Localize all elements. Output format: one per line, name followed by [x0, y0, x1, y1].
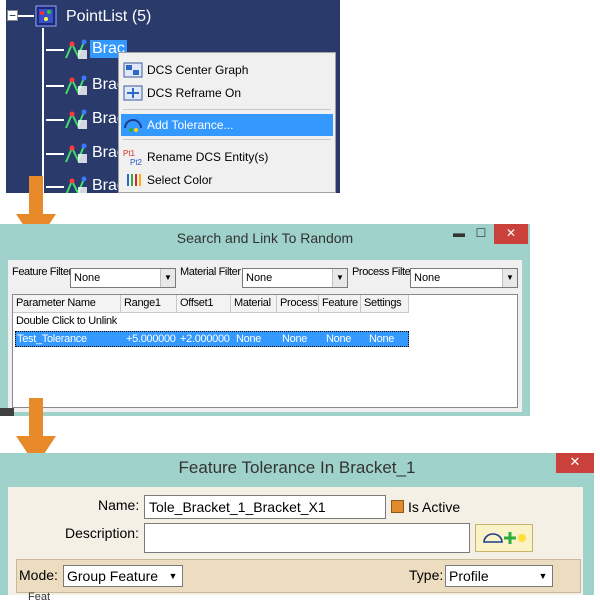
- menu-item-add-tolerance[interactable]: Add Tolerance...: [121, 114, 333, 136]
- dropdown-value: Profile: [449, 568, 489, 584]
- dialog-title: Feature Tolerance In Bracket_1: [178, 458, 416, 477]
- bracket-point-icon: [64, 175, 90, 193]
- menu-item-label: Add Tolerance...: [147, 118, 234, 132]
- mode-row: Mode: Group Feature ▼ Type: Profile ▼: [16, 559, 581, 593]
- process-filter-select[interactable]: None ▼: [410, 268, 518, 288]
- table-row[interactable]: Test_Tolerance +5.000000 +2.000000 None …: [15, 331, 409, 347]
- dialog-body: Feature Filter None ▼ Material Filter No…: [8, 260, 522, 412]
- bracket-point-icon: [64, 108, 90, 132]
- column-header[interactable]: Process: [277, 295, 319, 313]
- feature-filter-select[interactable]: None ▼: [70, 268, 176, 288]
- menu-item-select-color[interactable]: Select Color: [121, 169, 333, 191]
- close-icon[interactable]: ✕: [556, 453, 594, 473]
- reframe-icon: [123, 84, 143, 102]
- bracket-point-icon: [64, 74, 90, 98]
- name-field[interactable]: Tole_Bracket_1_Bracket_X1: [144, 495, 386, 519]
- type-label: Type:: [409, 567, 444, 583]
- material-filter-select[interactable]: None ▼: [242, 268, 348, 288]
- color-bars-icon: [123, 171, 143, 189]
- select-value: None: [246, 272, 273, 284]
- maximize-icon[interactable]: ☐: [470, 224, 492, 244]
- is-active-checkbox[interactable]: [391, 500, 404, 513]
- window-edge: [0, 408, 14, 416]
- menu-separator: [123, 109, 331, 110]
- cut-off-label: Feat: [28, 591, 51, 603]
- menu-item-rename-dcs-entity[interactable]: Pt1 Pt2 Rename DCS Entity(s): [121, 146, 333, 168]
- column-header[interactable]: Parameter Name: [13, 295, 121, 313]
- chevron-down-icon[interactable]: ▼: [160, 269, 175, 287]
- description-label: Description:: [65, 525, 139, 541]
- search-link-dialog: Search and Link To Random ▬ ☐ ✕ Feature …: [0, 224, 530, 416]
- tree-connector: [46, 153, 64, 155]
- add-tolerance-icon: [123, 116, 143, 134]
- bracket-point-icon: [64, 142, 90, 166]
- tolerance-pick-button[interactable]: [475, 524, 533, 552]
- table-cell: Test_Tolerance: [17, 333, 87, 345]
- is-active-label: Is Active: [408, 499, 461, 515]
- pointlist-icon: [34, 4, 58, 28]
- bracket-point-icon: [64, 38, 90, 62]
- close-icon[interactable]: ✕: [494, 224, 528, 244]
- center-graph-icon: [123, 61, 143, 79]
- pointlist-label[interactable]: PointList (5): [66, 8, 151, 26]
- parameter-grid: Parameter Name Range1 Offset1 Material P…: [12, 294, 518, 408]
- menu-item-label: Rename DCS Entity(s): [147, 150, 269, 164]
- mode-label: Mode:: [19, 567, 58, 583]
- add-tolerance-icon: [483, 532, 526, 544]
- feature-filter-label: Feature Filter: [12, 266, 72, 278]
- menu-item-dcs-center-graph[interactable]: DCS Center Graph: [121, 59, 333, 81]
- table-cell: None: [369, 333, 395, 345]
- tree-connector: [42, 28, 44, 193]
- menu-separator: [123, 139, 331, 140]
- tree-panel: − PointList (5) Brac Brac Brac Brac Brac…: [6, 0, 340, 193]
- table-cell: None: [236, 333, 262, 345]
- chevron-down-icon[interactable]: ▼: [502, 269, 517, 287]
- column-header[interactable]: Settings: [361, 295, 409, 313]
- chevron-down-icon[interactable]: ▼: [332, 269, 347, 287]
- tree-connector: [46, 49, 64, 51]
- chevron-down-icon[interactable]: ▼: [535, 567, 551, 585]
- menu-item-label: Select Color: [147, 173, 213, 187]
- chevron-down-icon[interactable]: ▼: [165, 567, 181, 585]
- collapse-toggle-icon[interactable]: −: [7, 10, 18, 21]
- name-value: Tole_Bracket_1_Bracket_X1: [149, 499, 326, 515]
- process-filter-label: Process Filter: [352, 266, 414, 278]
- unlink-row[interactable]: Double Click to Unlink: [16, 315, 117, 327]
- tree-connector: [46, 85, 64, 87]
- menu-item-dcs-reframe-on[interactable]: DCS Reframe On: [121, 82, 333, 104]
- table-cell: None: [326, 333, 352, 345]
- menu-item-label: DCS Center Graph: [147, 63, 249, 77]
- mode-dropdown[interactable]: Group Feature ▼: [63, 565, 183, 587]
- name-label: Name:: [98, 497, 140, 513]
- rename-entity-icon: Pt1 Pt2: [123, 148, 143, 167]
- tree-connector: [18, 15, 34, 17]
- material-filter-label: Material Filter: [180, 266, 241, 278]
- column-header[interactable]: Feature: [319, 295, 361, 313]
- column-header[interactable]: Material: [231, 295, 277, 313]
- column-header[interactable]: Offset1: [177, 295, 231, 313]
- description-field[interactable]: [144, 523, 470, 553]
- table-cell: None: [282, 333, 308, 345]
- dropdown-value: Group Feature: [67, 568, 159, 584]
- minimize-icon[interactable]: ▬: [448, 224, 470, 244]
- type-dropdown[interactable]: Profile ▼: [445, 565, 553, 587]
- table-cell: +5.000000: [126, 333, 176, 345]
- svg-text:Pt1: Pt1: [123, 149, 136, 158]
- menu-item-label: DCS Reframe On: [147, 86, 242, 100]
- table-cell: +2.000000: [180, 333, 230, 345]
- svg-text:Pt2: Pt2: [130, 158, 143, 166]
- context-menu: DCS Center Graph DCS Reframe On Add Tole…: [118, 52, 336, 193]
- column-header[interactable]: Range1: [121, 295, 177, 313]
- feature-tolerance-dialog: Feature Tolerance In Bracket_1 ✕ Name: T…: [0, 453, 594, 603]
- tree-connector: [46, 119, 64, 121]
- select-value: None: [414, 272, 441, 284]
- select-value: None: [74, 272, 101, 284]
- dialog-body: Name: Tole_Bracket_1_Bracket_X1 Is Activ…: [8, 487, 583, 595]
